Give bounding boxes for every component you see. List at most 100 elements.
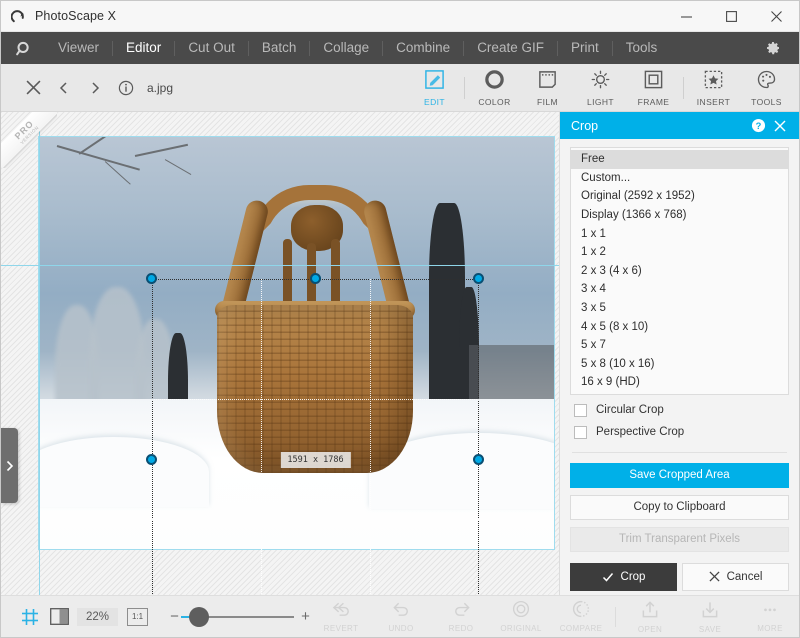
crop-handle-top-right[interactable] [473, 273, 484, 284]
action-divider [615, 606, 617, 627]
menu-item-create-gif[interactable]: Create GIF [464, 32, 557, 64]
more-button[interactable]: MORE [740, 596, 800, 638]
tool-film[interactable]: FILM [521, 64, 574, 112]
crop-cancel-button[interactable]: Cancel [682, 562, 789, 591]
file-nav-group: a.jpg [1, 73, 173, 103]
ratio-option-3x4[interactable]: 3 x 4 [571, 280, 788, 299]
ratio-option-original[interactable]: Original (2592 x 1952) [571, 187, 788, 206]
zoom-slider-track[interactable] [181, 606, 295, 627]
ratio-option-4x5[interactable]: 4 x 5 (8 x 10) [571, 317, 788, 336]
action-buttons: REVERT UNDO REDO ORIGINAL COMPARE OPEN S… [311, 596, 800, 638]
image-canvas[interactable]: PRO VERSION 1591 x 1786 [1, 112, 559, 595]
menu-item-viewer[interactable]: Viewer [45, 32, 112, 64]
close-button[interactable] [754, 1, 799, 32]
crop-panel-header: Crop ? [560, 112, 799, 139]
crop-handle-middle-right[interactable] [473, 453, 484, 465]
crop-panel-help-icon[interactable]: ? [747, 115, 769, 137]
action-label: REDO [448, 624, 474, 633]
check-icon [602, 572, 613, 582]
zoom-slider-knob[interactable] [189, 606, 210, 627]
tool-light[interactable]: LIGHT [574, 64, 627, 112]
tool-label: LIGHT [586, 96, 615, 107]
tool-color[interactable]: COLOR [468, 64, 521, 112]
settings-gear-icon[interactable] [751, 40, 795, 56]
crop-cancel-label: Cancel [726, 570, 763, 583]
tool-frame[interactable]: FRAME [627, 64, 680, 112]
split-view-icon[interactable] [48, 606, 70, 628]
ratio-option-custom[interactable]: Custom... [571, 169, 788, 188]
menu-item-collage[interactable]: Collage [310, 32, 382, 64]
zoom-in-button[interactable]: + [300, 608, 311, 625]
crop-grid-line-h2 [152, 519, 479, 521]
menu-item-combine[interactable]: Combine [383, 32, 463, 64]
ratio-option-1x2[interactable]: 1 x 2 [571, 243, 788, 262]
circular-crop-row[interactable]: Circular Crop [570, 395, 789, 417]
zoom-out-button[interactable]: − [169, 608, 180, 625]
crop-panel-body: Free Custom... Original (2592 x 1952) Di… [560, 139, 799, 595]
crop-panel-close-icon[interactable] [769, 115, 791, 137]
save-cropped-area-button[interactable]: Save Cropped Area [570, 462, 789, 488]
original-button[interactable]: ORIGINAL [491, 596, 551, 638]
save-download-icon [700, 600, 720, 624]
copy-to-clipboard-button[interactable]: Copy to Clipboard [570, 494, 789, 520]
tool-label: FILM [537, 96, 558, 107]
grid-icon[interactable] [19, 606, 41, 628]
editor-toolbar: a.jpg EDIT COLOR FILM LIGHT FRAME INSERT… [1, 64, 799, 112]
circular-crop-checkbox[interactable] [574, 403, 587, 417]
menu-item-tools[interactable]: Tools [613, 32, 671, 64]
compare-button[interactable]: COMPARE [551, 596, 611, 638]
perspective-crop-row[interactable]: Perspective Crop [570, 417, 789, 439]
action-label: OPEN [637, 624, 663, 634]
revert-button[interactable]: REVERT [311, 596, 371, 638]
circular-crop-label: Circular Crop [596, 404, 664, 417]
original-circle-icon [511, 600, 531, 623]
image-info-icon[interactable] [112, 73, 140, 103]
ratio-option-5x7[interactable]: 5 x 7 [571, 336, 788, 355]
chevron-right-icon [6, 460, 14, 471]
save-button[interactable]: SAVE [680, 596, 740, 638]
maximize-button[interactable] [709, 1, 754, 32]
tool-edit[interactable]: EDIT [408, 64, 461, 112]
guide-line-left [39, 112, 40, 595]
menu-item-editor[interactable]: Editor [113, 32, 174, 64]
undo-button[interactable]: UNDO [371, 596, 431, 638]
next-image-icon[interactable] [81, 73, 109, 103]
crop-handle-top-left[interactable] [146, 273, 157, 284]
crop-handle-top-center[interactable] [309, 273, 321, 284]
ratio-option-2x3[interactable]: 2 x 3 (4 x 6) [571, 262, 788, 281]
crop-edge-right [478, 279, 479, 595]
close-file-icon[interactable] [19, 73, 47, 103]
ratio-option-5x8[interactable]: 5 x 8 (10 x 16) [571, 355, 788, 374]
crop-confirm-button[interactable]: Crop [570, 562, 677, 591]
ratio-option-3x5[interactable]: 3 x 5 [571, 299, 788, 318]
crop-handle-middle-left[interactable] [146, 453, 157, 465]
frame-icon [643, 69, 664, 95]
light-sun-icon [590, 69, 611, 95]
ratio-option-16x9[interactable]: 16 x 9 (HD) [571, 373, 788, 392]
ratio-option-1x1[interactable]: 1 x 1 [571, 224, 788, 243]
zoom-slider[interactable]: − + [169, 606, 311, 627]
panel-divider [572, 451, 787, 453]
ratio-option-free[interactable]: Free [571, 150, 788, 169]
menu-item-cut-out[interactable]: Cut Out [175, 32, 248, 64]
prev-image-icon[interactable] [50, 73, 78, 103]
crop-edge-left [152, 279, 153, 595]
action-label: MORE [757, 624, 783, 633]
left-panel-expand-tab[interactable] [1, 428, 18, 503]
crop-selection[interactable]: 1591 x 1786 [146, 273, 484, 595]
menu-item-print[interactable]: Print [558, 32, 612, 64]
actual-size-button[interactable]: 1:1 [127, 607, 149, 626]
perspective-crop-checkbox[interactable] [574, 425, 587, 439]
redo-button[interactable]: REDO [431, 596, 491, 638]
minimize-button[interactable] [664, 1, 709, 32]
app-logo-icon [1, 9, 35, 24]
aspect-ratio-list[interactable]: Free Custom... Original (2592 x 1952) Di… [570, 147, 789, 395]
tool-tools[interactable]: TOOLS [740, 64, 793, 112]
ratio-option-display[interactable]: Display (1366 x 768) [571, 206, 788, 225]
redo-arrow-icon [451, 600, 472, 623]
open-button[interactable]: OPEN [620, 596, 680, 638]
tool-divider [464, 76, 465, 99]
menu-item-batch[interactable]: Batch [249, 32, 310, 64]
tool-insert[interactable]: INSERT [687, 64, 740, 112]
zoom-controls: 22% 1:1 − + [1, 606, 311, 628]
